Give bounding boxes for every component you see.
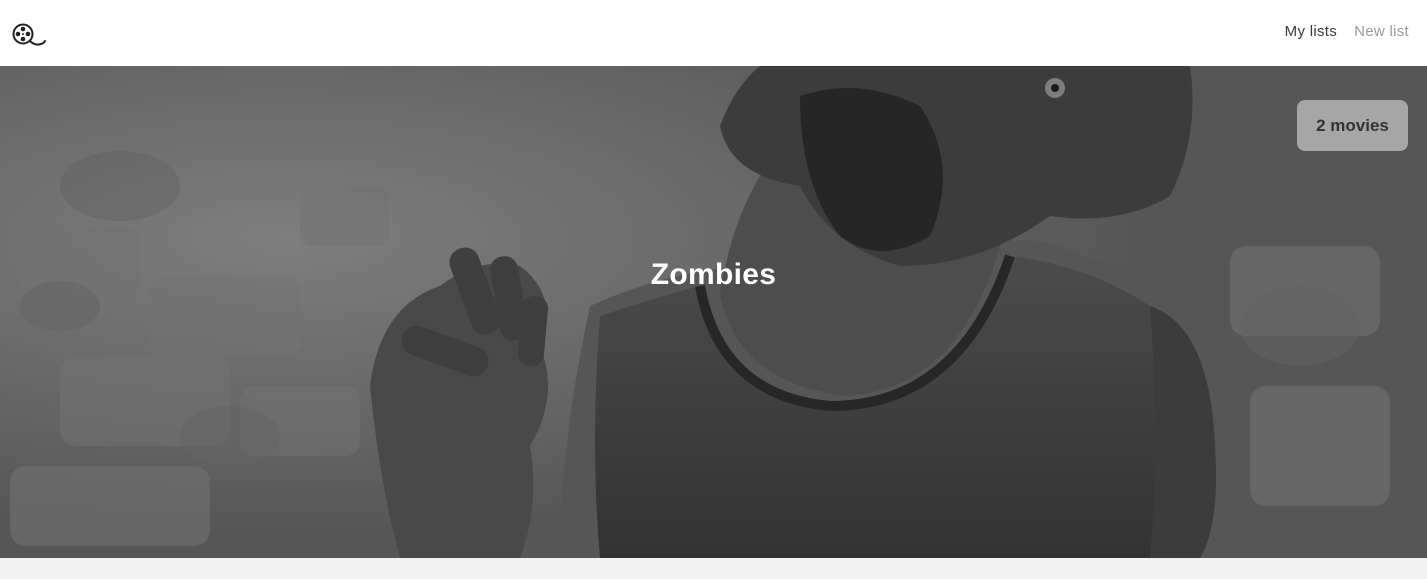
top-navbar: My lists New list [0,0,1427,66]
list-hero-banner: 2 movies Zombies [0,66,1427,558]
nav-link-my-lists[interactable]: My lists [1285,23,1337,40]
nav-link-new-list[interactable]: New list [1354,23,1409,40]
list-title: Zombies [650,258,777,291]
content-area-background [0,558,1427,579]
movie-count-badge[interactable]: 2 movies [1297,100,1408,151]
hero-background-image [0,66,1427,558]
nav-links: My lists New list [1285,23,1409,40]
film-reel-magnifier-icon[interactable] [11,20,47,48]
